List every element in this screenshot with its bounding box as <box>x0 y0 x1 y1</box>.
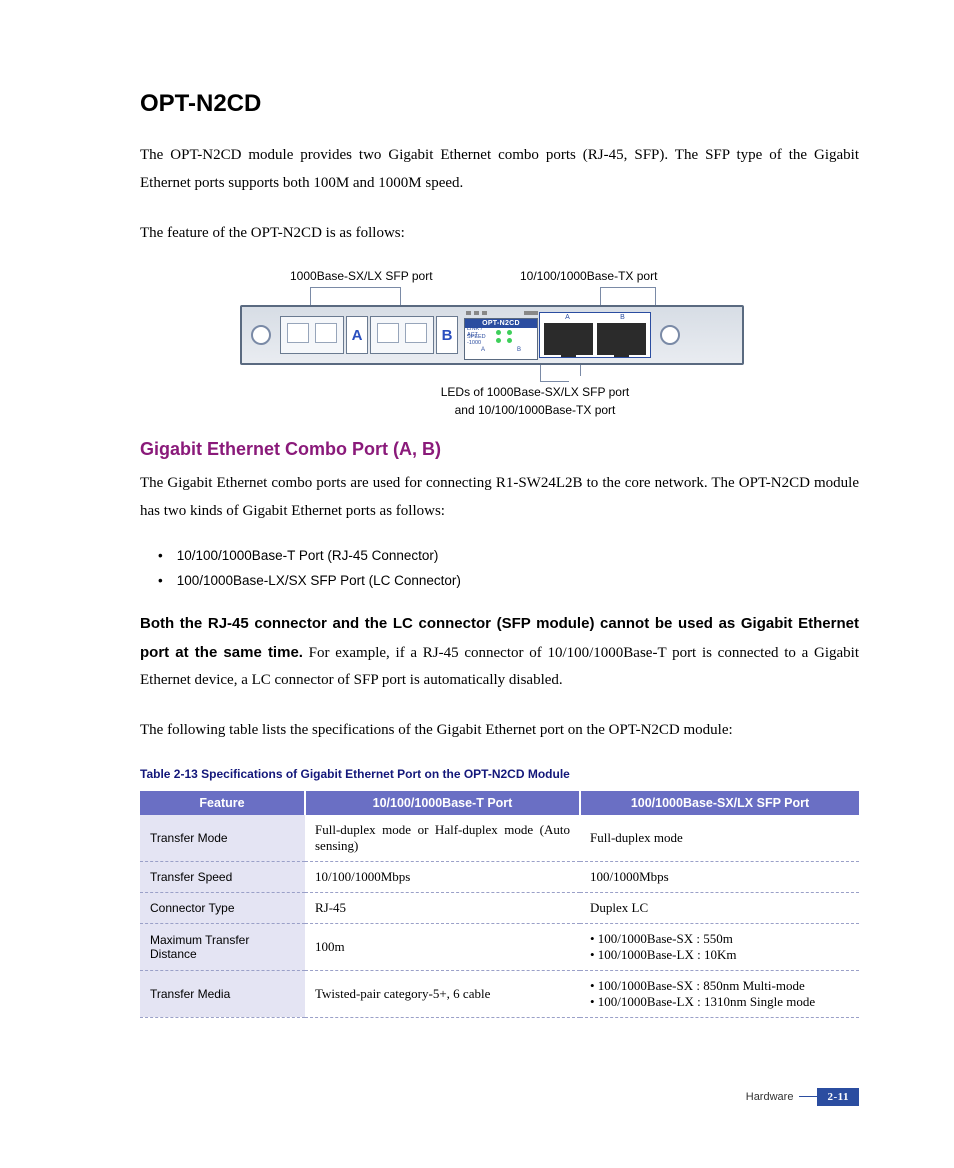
rj-label-a: A <box>565 314 570 321</box>
value-cell: Twisted-pair category-5+, 6 cable <box>305 970 580 1017</box>
module-face: A B OPT-N2CD LINK / ACT SPEED -1000 <box>240 305 744 365</box>
value-cell: • 100/1000Base-SX : 550m • 100/1000Base-… <box>580 923 859 970</box>
led-col-a: A <box>481 347 485 353</box>
callout-leds-2: and 10/100/1000Base-TX port <box>370 401 700 419</box>
feature-cell: Transfer Media <box>140 970 305 1017</box>
footer-section: Hardware <box>746 1091 794 1103</box>
value-cell: Full-duplex mode or Half-duplex mode (Au… <box>305 815 580 862</box>
table-caption: Table 2-13 Specifications of Gigabit Eth… <box>140 767 859 781</box>
value-cell: Duplex LC <box>580 892 859 923</box>
table-row: Transfer MediaTwisted-pair category-5+, … <box>140 970 859 1017</box>
sub-body: The Gigabit Ethernet combo ports are use… <box>140 470 859 526</box>
value-cell: RJ-45 <box>305 892 580 923</box>
footer-page-number: 2-11 <box>817 1088 859 1106</box>
list-item: 10/100/1000Base-T Port (RJ-45 Connector) <box>158 548 859 563</box>
value-cell: • 100/1000Base-SX : 850nm Multi-mode • 1… <box>580 970 859 1017</box>
table-header: Feature <box>140 791 305 815</box>
table-header: 10/100/1000Base-T Port <box>305 791 580 815</box>
table-row: Transfer Speed10/100/1000Mbps100/1000Mbp… <box>140 861 859 892</box>
document-page: OPT-N2CD The OPT-N2CD module provides tw… <box>0 0 954 1146</box>
led-dot-icon <box>507 338 512 343</box>
port-tag-a: A <box>346 316 368 354</box>
callout-leds-1: LEDs of 1000Base-SX/LX SFP port <box>370 383 700 401</box>
rj45-port-b <box>597 323 646 355</box>
table-row: Connector TypeRJ-45Duplex LC <box>140 892 859 923</box>
value-cell: 100/1000Mbps <box>580 861 859 892</box>
led-speed-label: SPEED -1000 <box>467 335 493 346</box>
footer-divider <box>799 1096 817 1097</box>
callout-tx: 10/100/1000Base-TX port <box>520 269 657 283</box>
feature-line: The feature of the OPT-N2CD is as follow… <box>140 220 859 248</box>
screw-icon <box>657 322 683 348</box>
feature-cell: Transfer Speed <box>140 861 305 892</box>
table-row: Maximum Transfer Distance100m• 100/1000B… <box>140 923 859 970</box>
sfp-port-a <box>280 316 344 354</box>
list-item: 100/1000Base-LX/SX SFP Port (LC Connecto… <box>158 573 859 588</box>
sub-heading: Gigabit Ethernet Combo Port (A, B) <box>140 439 859 460</box>
feature-cell: Maximum Transfer Distance <box>140 923 305 970</box>
page-title: OPT-N2CD <box>140 90 859 118</box>
led-dot-icon <box>496 330 501 335</box>
led-dot-icon <box>496 338 501 343</box>
intro-paragraph: The OPT-N2CD module provides two Gigabit… <box>140 142 859 198</box>
value-cell: 10/100/1000Mbps <box>305 861 580 892</box>
table-header: 100/1000Base-SX/LX SFP Port <box>580 791 859 815</box>
rj45-block: AB <box>539 312 651 358</box>
feature-cell: Connector Type <box>140 892 305 923</box>
page-footer: Hardware 2-11 <box>140 1088 859 1106</box>
value-cell: Full-duplex mode <box>580 815 859 862</box>
table-intro: The following table lists the specificat… <box>140 717 859 745</box>
feature-cell: Transfer Mode <box>140 815 305 862</box>
table-row: Transfer ModeFull-duplex mode or Half-du… <box>140 815 859 862</box>
port-types-list: 10/100/1000Base-T Port (RJ-45 Connector)… <box>158 548 859 588</box>
warning-paragraph: Both the RJ-45 connector and the LC conn… <box>140 610 859 695</box>
led-panel: OPT-N2CD LINK / ACT SPEED -1000 AB <box>464 318 538 360</box>
screw-icon <box>248 322 274 348</box>
rj-label-b: B <box>620 314 625 321</box>
led-col-b: B <box>517 347 521 353</box>
spec-table: Feature 10/100/1000Base-T Port 100/1000B… <box>140 791 859 1018</box>
sfp-port-b <box>370 316 434 354</box>
rj45-port-a <box>544 323 593 355</box>
led-dot-icon <box>507 330 512 335</box>
module-figure: 1000Base-SX/LX SFP port 10/100/1000Base-… <box>140 269 859 419</box>
callout-sfp: 1000Base-SX/LX SFP port <box>290 269 520 283</box>
port-tag-b: B <box>436 316 458 354</box>
value-cell: 100m <box>305 923 580 970</box>
